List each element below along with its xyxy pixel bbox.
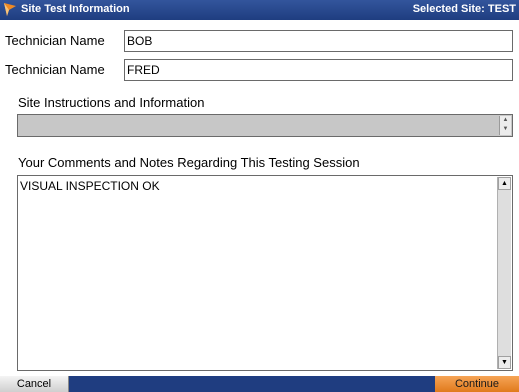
scroll-down-arrow-icon[interactable]: ▼ xyxy=(498,356,511,369)
comments-textarea[interactable]: VISUAL INSPECTION OK ▲ ▼ xyxy=(17,175,513,371)
site-instructions-heading: Site Instructions and Information xyxy=(18,95,205,110)
title-bar: Site Test Information Selected Site: TES… xyxy=(0,0,519,20)
technician-name-label-1: Technician Name xyxy=(5,33,105,48)
instructions-scroll-spinner[interactable]: ▲ ▼ xyxy=(499,116,511,135)
cancel-button[interactable]: Cancel xyxy=(0,376,69,392)
comments-scrollbar[interactable]: ▲ ▼ xyxy=(497,177,511,369)
comments-text[interactable]: VISUAL INSPECTION OK xyxy=(20,179,160,193)
selected-site-label: Selected Site: TEST xyxy=(412,3,516,15)
scroll-down-arrow-icon[interactable]: ▼ xyxy=(500,125,511,134)
comments-heading: Your Comments and Notes Regarding This T… xyxy=(18,155,360,170)
continue-button[interactable]: Continue xyxy=(435,376,519,392)
footer-bar: Cancel Continue xyxy=(0,376,519,392)
technician-name-input-2[interactable] xyxy=(124,59,513,81)
scroll-up-arrow-icon[interactable]: ▲ xyxy=(498,177,511,190)
technician-name-label-2: Technician Name xyxy=(5,62,105,77)
app-logo-icon xyxy=(4,3,16,16)
scroll-up-arrow-icon[interactable]: ▲ xyxy=(500,116,511,125)
technician-name-input-1[interactable] xyxy=(124,30,513,52)
window-title: Site Test Information xyxy=(21,3,130,15)
site-instructions-field[interactable]: ▲ ▼ xyxy=(17,114,513,137)
